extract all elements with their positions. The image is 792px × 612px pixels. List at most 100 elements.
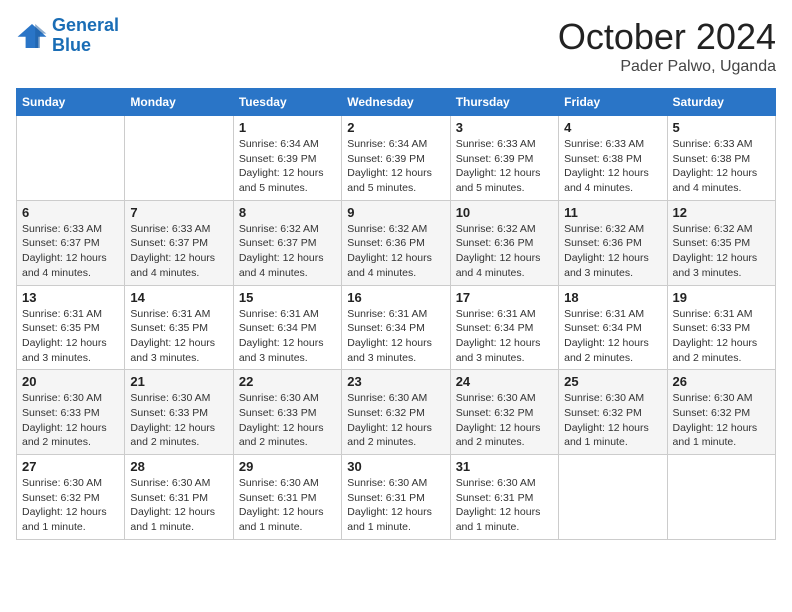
day-number: 5 xyxy=(673,120,770,135)
calendar-week-row: 1 Sunrise: 6:34 AM Sunset: 6:39 PM Daylig… xyxy=(17,116,776,201)
day-info: Sunrise: 6:30 AM Sunset: 6:31 PM Dayligh… xyxy=(456,476,553,535)
calendar-cell: 19Sunrise: 6:31 AM Sunset: 6:33 PM Dayli… xyxy=(667,285,775,370)
day-info: Sunrise: 6:30 AM Sunset: 6:31 PM Dayligh… xyxy=(347,476,444,535)
calendar-cell: 10Sunrise: 6:32 AM Sunset: 6:36 PM Dayli… xyxy=(450,200,558,285)
day-number: 7 xyxy=(130,205,227,220)
day-info: Sunrise: 6:34 AM Sunset: 6:39 PM Dayligh… xyxy=(347,137,444,196)
day-info: Sunrise: 6:31 AM Sunset: 6:33 PM Dayligh… xyxy=(673,307,770,366)
weekday-header-row: SundayMondayTuesdayWednesdayThursdayFrid… xyxy=(17,89,776,116)
day-number: 4 xyxy=(564,120,661,135)
calendar-week-row: 27Sunrise: 6:30 AM Sunset: 6:32 PM Dayli… xyxy=(17,455,776,540)
calendar-cell: 16Sunrise: 6:31 AM Sunset: 6:34 PM Dayli… xyxy=(342,285,450,370)
day-number: 9 xyxy=(347,205,444,220)
day-info: Sunrise: 6:31 AM Sunset: 6:34 PM Dayligh… xyxy=(456,307,553,366)
day-number: 22 xyxy=(239,374,336,389)
calendar-cell: 28 Sunrise: 6:30 AM Sunset: 6:31 PM Dayli… xyxy=(125,455,233,540)
weekday-header-monday: Monday xyxy=(125,89,233,116)
calendar-cell: 22 Sunrise: 6:30 AM Sunset: 6:33 PM Dayli… xyxy=(233,370,341,455)
day-number: 23 xyxy=(347,374,444,389)
calendar-cell: 20 Sunrise: 6:30 AM Sunset: 6:33 PM Dayli… xyxy=(17,370,125,455)
day-info: Sunrise: 6:33 AM Sunset: 6:37 PM Dayligh… xyxy=(22,222,119,281)
day-info: Sunrise: 6:30 AM Sunset: 6:32 PM Dayligh… xyxy=(673,391,770,450)
day-number: 10 xyxy=(456,205,553,220)
calendar-cell: 8 Sunrise: 6:32 AM Sunset: 6:37 PM Daylig… xyxy=(233,200,341,285)
day-info: Sunrise: 6:30 AM Sunset: 6:32 PM Dayligh… xyxy=(347,391,444,450)
page-header: General Blue October 2024 Pader Palwo, U… xyxy=(16,16,776,76)
calendar-table: SundayMondayTuesdayWednesdayThursdayFrid… xyxy=(16,88,776,540)
weekday-header-wednesday: Wednesday xyxy=(342,89,450,116)
day-info: Sunrise: 6:34 AM Sunset: 6:39 PM Dayligh… xyxy=(239,137,336,196)
day-number: 28 xyxy=(130,459,227,474)
day-number: 16 xyxy=(347,290,444,305)
day-info: Sunrise: 6:30 AM Sunset: 6:31 PM Dayligh… xyxy=(130,476,227,535)
day-info: Sunrise: 6:32 AM Sunset: 6:37 PM Dayligh… xyxy=(239,222,336,281)
calendar-cell: 27Sunrise: 6:30 AM Sunset: 6:32 PM Dayli… xyxy=(17,455,125,540)
day-number: 20 xyxy=(22,374,119,389)
calendar-cell: 3 Sunrise: 6:33 AM Sunset: 6:39 PM Daylig… xyxy=(450,116,558,201)
day-number: 14 xyxy=(130,290,227,305)
calendar-week-row: 6 Sunrise: 6:33 AM Sunset: 6:37 PM Daylig… xyxy=(17,200,776,285)
calendar-cell xyxy=(125,116,233,201)
day-number: 24 xyxy=(456,374,553,389)
calendar-cell: 14 Sunrise: 6:31 AM Sunset: 6:35 PM Dayli… xyxy=(125,285,233,370)
day-info: Sunrise: 6:33 AM Sunset: 6:38 PM Dayligh… xyxy=(673,137,770,196)
calendar-week-row: 20 Sunrise: 6:30 AM Sunset: 6:33 PM Dayli… xyxy=(17,370,776,455)
day-info: Sunrise: 6:33 AM Sunset: 6:38 PM Dayligh… xyxy=(564,137,661,196)
calendar-cell: 13 Sunrise: 6:31 AM Sunset: 6:35 PM Dayli… xyxy=(17,285,125,370)
calendar-cell: 30 Sunrise: 6:30 AM Sunset: 6:31 PM Dayli… xyxy=(342,455,450,540)
weekday-header-thursday: Thursday xyxy=(450,89,558,116)
calendar-cell: 6 Sunrise: 6:33 AM Sunset: 6:37 PM Daylig… xyxy=(17,200,125,285)
calendar-cell: 31 Sunrise: 6:30 AM Sunset: 6:31 PM Dayli… xyxy=(450,455,558,540)
day-number: 12 xyxy=(673,205,770,220)
calendar-cell: 9Sunrise: 6:32 AM Sunset: 6:36 PM Daylig… xyxy=(342,200,450,285)
day-info: Sunrise: 6:30 AM Sunset: 6:32 PM Dayligh… xyxy=(22,476,119,535)
calendar-cell: 24 Sunrise: 6:30 AM Sunset: 6:32 PM Dayli… xyxy=(450,370,558,455)
day-info: Sunrise: 6:31 AM Sunset: 6:35 PM Dayligh… xyxy=(130,307,227,366)
day-info: Sunrise: 6:30 AM Sunset: 6:32 PM Dayligh… xyxy=(456,391,553,450)
title-block: October 2024 Pader Palwo, Uganda xyxy=(558,16,776,76)
calendar-cell: 2 Sunrise: 6:34 AM Sunset: 6:39 PM Daylig… xyxy=(342,116,450,201)
day-info: Sunrise: 6:33 AM Sunset: 6:37 PM Dayligh… xyxy=(130,222,227,281)
day-info: Sunrise: 6:30 AM Sunset: 6:33 PM Dayligh… xyxy=(239,391,336,450)
calendar-cell: 11Sunrise: 6:32 AM Sunset: 6:36 PM Dayli… xyxy=(559,200,667,285)
day-number: 1 xyxy=(239,120,336,135)
logo-line1: General xyxy=(52,15,119,35)
calendar-cell: 29Sunrise: 6:30 AM Sunset: 6:31 PM Dayli… xyxy=(233,455,341,540)
calendar-cell: 7 Sunrise: 6:33 AM Sunset: 6:37 PM Daylig… xyxy=(125,200,233,285)
calendar-cell: 5 Sunrise: 6:33 AM Sunset: 6:38 PM Daylig… xyxy=(667,116,775,201)
day-number: 2 xyxy=(347,120,444,135)
logo-line2: Blue xyxy=(52,35,91,55)
calendar-cell: 17 Sunrise: 6:31 AM Sunset: 6:34 PM Dayli… xyxy=(450,285,558,370)
day-info: Sunrise: 6:31 AM Sunset: 6:34 PM Dayligh… xyxy=(564,307,661,366)
day-info: Sunrise: 6:30 AM Sunset: 6:33 PM Dayligh… xyxy=(22,391,119,450)
calendar-cell: 21Sunrise: 6:30 AM Sunset: 6:33 PM Dayli… xyxy=(125,370,233,455)
calendar-cell: 1 Sunrise: 6:34 AM Sunset: 6:39 PM Daylig… xyxy=(233,116,341,201)
calendar-week-row: 13 Sunrise: 6:31 AM Sunset: 6:35 PM Dayli… xyxy=(17,285,776,370)
calendar-cell: 18 Sunrise: 6:31 AM Sunset: 6:34 PM Dayli… xyxy=(559,285,667,370)
calendar-cell: 25Sunrise: 6:30 AM Sunset: 6:32 PM Dayli… xyxy=(559,370,667,455)
day-number: 13 xyxy=(22,290,119,305)
calendar-cell xyxy=(667,455,775,540)
day-info: Sunrise: 6:33 AM Sunset: 6:39 PM Dayligh… xyxy=(456,137,553,196)
day-number: 8 xyxy=(239,205,336,220)
day-info: Sunrise: 6:32 AM Sunset: 6:35 PM Dayligh… xyxy=(673,222,770,281)
weekday-header-tuesday: Tuesday xyxy=(233,89,341,116)
day-number: 17 xyxy=(456,290,553,305)
day-info: Sunrise: 6:30 AM Sunset: 6:32 PM Dayligh… xyxy=(564,391,661,450)
calendar-cell: 23 Sunrise: 6:30 AM Sunset: 6:32 PM Dayli… xyxy=(342,370,450,455)
day-number: 31 xyxy=(456,459,553,474)
weekday-header-sunday: Sunday xyxy=(17,89,125,116)
day-number: 18 xyxy=(564,290,661,305)
day-number: 30 xyxy=(347,459,444,474)
calendar-cell: 4 Sunrise: 6:33 AM Sunset: 6:38 PM Daylig… xyxy=(559,116,667,201)
month-title: October 2024 xyxy=(558,16,776,58)
day-number: 6 xyxy=(22,205,119,220)
day-number: 26 xyxy=(673,374,770,389)
day-info: Sunrise: 6:31 AM Sunset: 6:34 PM Dayligh… xyxy=(239,307,336,366)
logo-icon xyxy=(16,22,48,50)
day-number: 15 xyxy=(239,290,336,305)
day-info: Sunrise: 6:31 AM Sunset: 6:35 PM Dayligh… xyxy=(22,307,119,366)
day-info: Sunrise: 6:30 AM Sunset: 6:33 PM Dayligh… xyxy=(130,391,227,450)
calendar-cell: 12 Sunrise: 6:32 AM Sunset: 6:35 PM Dayli… xyxy=(667,200,775,285)
day-number: 3 xyxy=(456,120,553,135)
